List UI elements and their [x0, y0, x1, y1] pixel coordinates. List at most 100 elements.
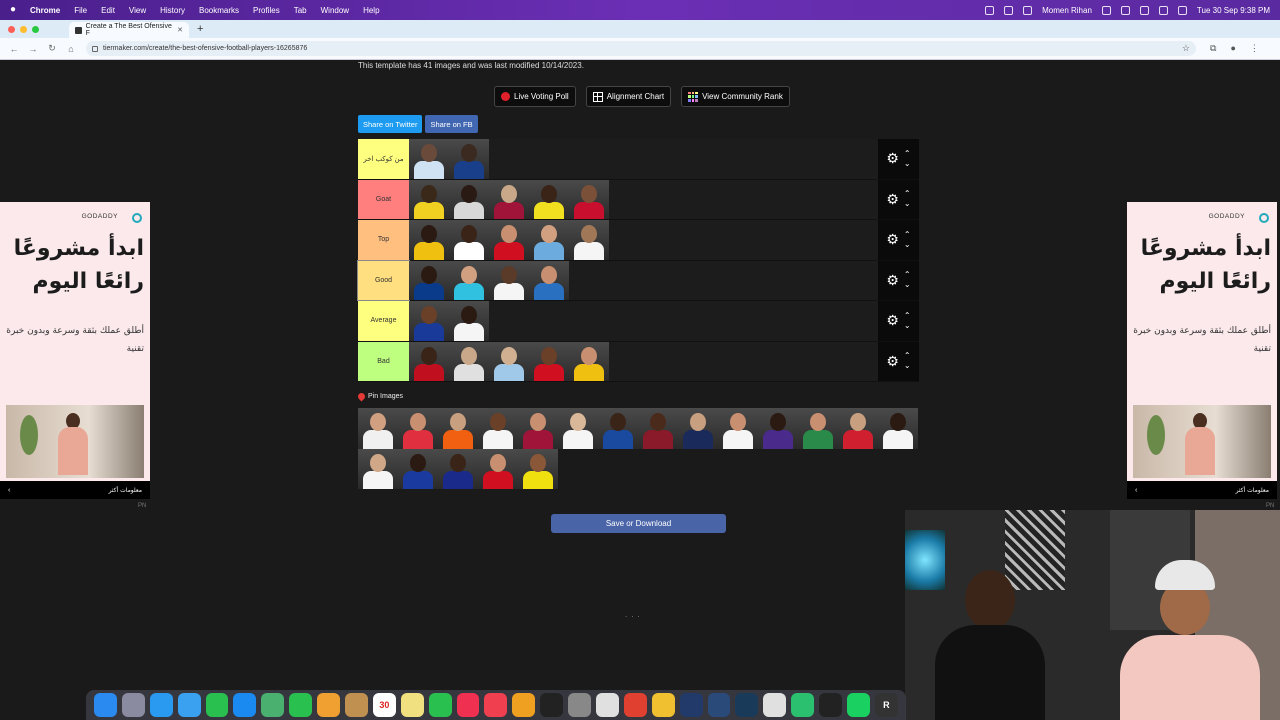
dock-spotify-icon[interactable]	[847, 693, 870, 717]
gear-icon[interactable]: ⚙	[886, 353, 899, 370]
gear-icon[interactable]: ⚙	[886, 312, 899, 329]
player-tile[interactable]	[409, 260, 449, 300]
menubar-clock[interactable]: Tue 30 Sep 9:38 PM	[1197, 6, 1270, 15]
dock-obs-icon[interactable]	[819, 693, 843, 717]
pool-player-tile[interactable]	[678, 408, 718, 449]
dock-mail-icon[interactable]	[177, 693, 201, 717]
pool-player-tile[interactable]	[478, 448, 518, 489]
player-tile[interactable]	[529, 260, 569, 300]
dock-photos-icon[interactable]	[317, 693, 341, 717]
dock-pages-icon[interactable]	[512, 693, 536, 717]
tier-label[interactable]: Goat	[358, 179, 409, 219]
player-tile[interactable]	[489, 179, 529, 219]
pool-player-tile[interactable]	[518, 408, 558, 449]
dock-files-icon[interactable]	[651, 693, 675, 717]
tier-images[interactable]	[409, 179, 878, 219]
zoom-window-button[interactable]	[32, 25, 39, 33]
display-icon[interactable]	[1004, 5, 1014, 15]
home-icon[interactable]: ⌂	[66, 44, 76, 54]
tier-images[interactable]	[409, 139, 878, 179]
control-center-icon[interactable]	[1177, 5, 1187, 15]
tier-label[interactable]: من كوكب اخر	[358, 139, 409, 179]
pool-player-tile[interactable]	[358, 408, 398, 449]
player-tile[interactable]	[449, 179, 489, 219]
site-info-icon[interactable]	[92, 45, 98, 52]
share-twitter-button[interactable]: Share on Twitter	[358, 115, 423, 133]
back-icon[interactable]: ←	[9, 44, 19, 54]
chevron-up-icon[interactable]: ⌃	[904, 230, 911, 240]
chevron-up-icon[interactable]: ⌃	[904, 189, 911, 199]
player-tile[interactable]	[449, 220, 489, 260]
pool-player-tile[interactable]	[878, 408, 918, 449]
adchoices-icon[interactable]	[1259, 213, 1269, 223]
player-tile[interactable]	[529, 179, 569, 219]
dock-facetime-icon[interactable]	[205, 693, 229, 717]
player-tile[interactable]	[489, 260, 529, 300]
pool-player-tile[interactable]	[558, 408, 598, 449]
player-tile[interactable]	[449, 301, 489, 341]
chevron-down-icon[interactable]: ⌄	[904, 361, 911, 371]
pool-player-tile[interactable]	[518, 448, 558, 489]
chevron-down-icon[interactable]: ⌄	[904, 159, 911, 169]
menu-edit[interactable]: Edit	[101, 6, 115, 15]
live-voting-poll-button[interactable]: Live Voting Poll	[494, 86, 576, 107]
chevron-down-icon[interactable]: ⌄	[904, 199, 911, 209]
pool-player-tile[interactable]	[398, 408, 438, 449]
menu-help[interactable]: Help	[363, 6, 379, 15]
dock-launchpad-icon[interactable]	[121, 693, 145, 717]
ad-left[interactable]: GODADDY ابدأ مشروعًا رائعًا اليوم أطلق ع…	[0, 202, 150, 499]
chevron-down-icon[interactable]: ⌄	[904, 321, 911, 331]
chevron-up-icon[interactable]: ⌃	[904, 149, 911, 159]
forward-icon[interactable]: →	[28, 44, 38, 54]
player-tile[interactable]	[529, 220, 569, 260]
close-window-button[interactable]	[8, 25, 15, 33]
dock-android-icon[interactable]	[791, 693, 815, 717]
community-rank-button[interactable]: View Community Rank	[681, 86, 790, 107]
dock-audio-icon[interactable]	[679, 693, 703, 717]
chevron-up-icon[interactable]: ⌃	[904, 311, 911, 321]
player-tile[interactable]	[449, 260, 489, 300]
dock-calendar-icon[interactable]: 30	[372, 693, 396, 717]
pool-player-tile[interactable]	[398, 448, 438, 489]
ad-right[interactable]: GODADDY ابدأ مشروعًا رائعًا اليوم أطلق ع…	[1127, 202, 1277, 499]
ad-more-info[interactable]: معلومات أكثر	[109, 487, 142, 494]
dock-terminal-icon[interactable]	[540, 693, 564, 717]
gear-icon[interactable]: ⚙	[886, 231, 899, 248]
tier-images[interactable]	[409, 341, 878, 381]
dock-notes-app-icon[interactable]	[345, 693, 368, 717]
dock-whatsapp-icon[interactable]	[428, 693, 452, 717]
dock-appstore-icon[interactable]	[233, 693, 257, 717]
extensions-icon[interactable]: ⧉	[1210, 43, 1216, 54]
pool-player-tile[interactable]	[598, 408, 638, 449]
tier-images[interactable]	[409, 260, 878, 300]
dock-messages-icon[interactable]	[289, 693, 313, 717]
pool-player-tile[interactable]	[838, 408, 878, 449]
menu-app-name[interactable]: Chrome	[30, 6, 60, 15]
battery-icon[interactable]	[1120, 5, 1130, 15]
player-tile[interactable]	[569, 179, 609, 219]
dock-settings-icon[interactable]	[568, 693, 592, 717]
chevron-left-icon[interactable]: ‹	[8, 487, 10, 494]
menubar-user[interactable]: Momen Rihan	[1042, 6, 1092, 15]
menu-file[interactable]: File	[74, 6, 87, 15]
apple-icon[interactable]: ●	[10, 5, 20, 15]
wifi-icon[interactable]	[1139, 5, 1149, 15]
dock-rstudio-icon[interactable]: R	[874, 693, 898, 717]
gear-icon[interactable]: ⚙	[886, 191, 899, 208]
tier-label[interactable]: Good	[357, 259, 410, 301]
browser-tab[interactable]: Create a The Best Ofensive F ✕	[69, 22, 189, 38]
player-tile[interactable]	[569, 341, 609, 381]
dock-safari-icon[interactable]	[149, 693, 173, 717]
adchoices-icon[interactable]	[132, 213, 142, 223]
tier-label[interactable]: Average	[358, 301, 409, 341]
close-tab-icon[interactable]: ✕	[177, 26, 183, 34]
chevron-up-icon[interactable]: ⌃	[904, 270, 911, 280]
new-tab-button[interactable]: +	[197, 23, 203, 35]
minimize-window-button[interactable]	[20, 25, 27, 33]
tier-label[interactable]: Top	[358, 220, 409, 260]
player-tile[interactable]	[449, 341, 489, 381]
dock-audio2-icon[interactable]	[707, 693, 731, 717]
player-tile[interactable]	[489, 341, 529, 381]
dock-preview-icon[interactable]	[596, 693, 619, 717]
dock-music-icon[interactable]	[456, 693, 480, 717]
